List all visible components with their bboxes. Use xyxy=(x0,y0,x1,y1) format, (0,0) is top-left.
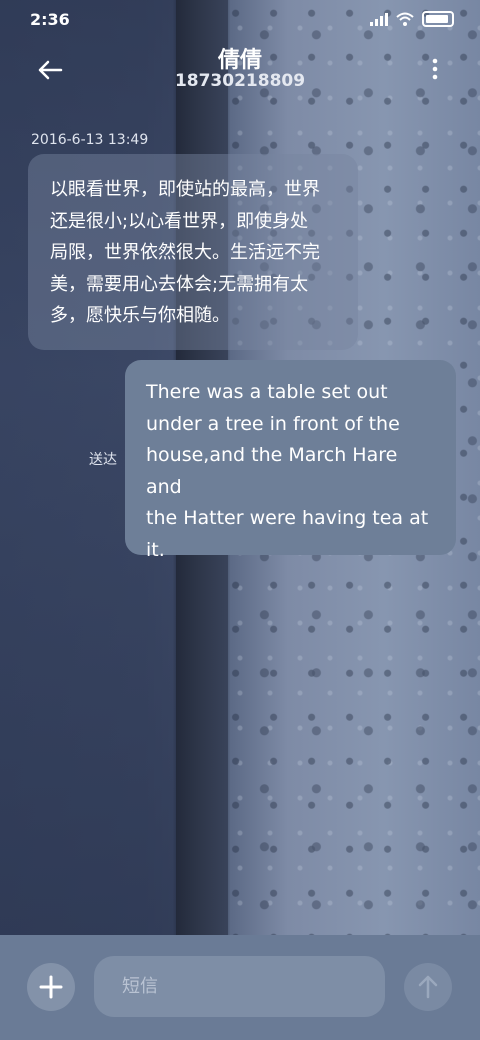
message-line: 局限，世界依然很大。生活远不完 xyxy=(50,242,320,263)
message-line: the Hatter were having tea at xyxy=(146,507,429,529)
plus-icon xyxy=(39,975,63,999)
conversation-header: 倩倩 18730218809 xyxy=(0,40,480,110)
add-attachment-button[interactable] xyxy=(27,963,75,1011)
message-line: There was a table set out xyxy=(146,381,388,403)
send-button[interactable] xyxy=(404,963,452,1011)
status-time: 2:36 xyxy=(30,10,70,29)
message-line: it. xyxy=(146,538,165,561)
contact-name: 倩倩 xyxy=(217,48,262,73)
message-line: 美，需要用心去体会;无需拥有太 xyxy=(50,273,309,295)
outgoing-message-bubble[interactable]: There was a table set out under a tree i… xyxy=(125,360,456,561)
message-line: 还是很小;以心看世界，即使身处 xyxy=(50,210,309,232)
more-vert-icon[interactable] xyxy=(430,56,440,82)
status-icons xyxy=(370,11,454,27)
send-arrow-icon xyxy=(418,975,438,999)
message-line: 多，愿快乐与你相随。 xyxy=(50,305,230,326)
message-input[interactable]: 短信 xyxy=(94,956,385,1017)
message-input-placeholder: 短信 xyxy=(122,976,158,997)
message-line: under a tree in front of the xyxy=(146,412,400,435)
contact-phone-number: 18730218809 xyxy=(174,71,306,91)
delivery-status: 送达 xyxy=(89,452,117,468)
incoming-message-bubble[interactable]: 以眼看世界，即使站的最高，世界 还是很小;以心看世界，即使身处 局限，世界依然很… xyxy=(28,154,358,350)
message-line: house,and the March Hare and xyxy=(146,444,398,498)
message-timestamp: 2016-6-13 13:49 xyxy=(31,132,149,148)
battery-icon xyxy=(422,11,454,27)
message-line: 以眼看世界，即使站的最高，世界 xyxy=(50,179,320,200)
messaging-screen: 2:36 倩倩 18730218809 2016-6-13 13:49 以眼看世… xyxy=(0,0,480,1040)
status-bar: 2:36 xyxy=(0,0,480,40)
signal-icon xyxy=(370,12,388,26)
composer-bar: 短信 xyxy=(0,935,480,1040)
wifi-icon xyxy=(396,12,414,26)
